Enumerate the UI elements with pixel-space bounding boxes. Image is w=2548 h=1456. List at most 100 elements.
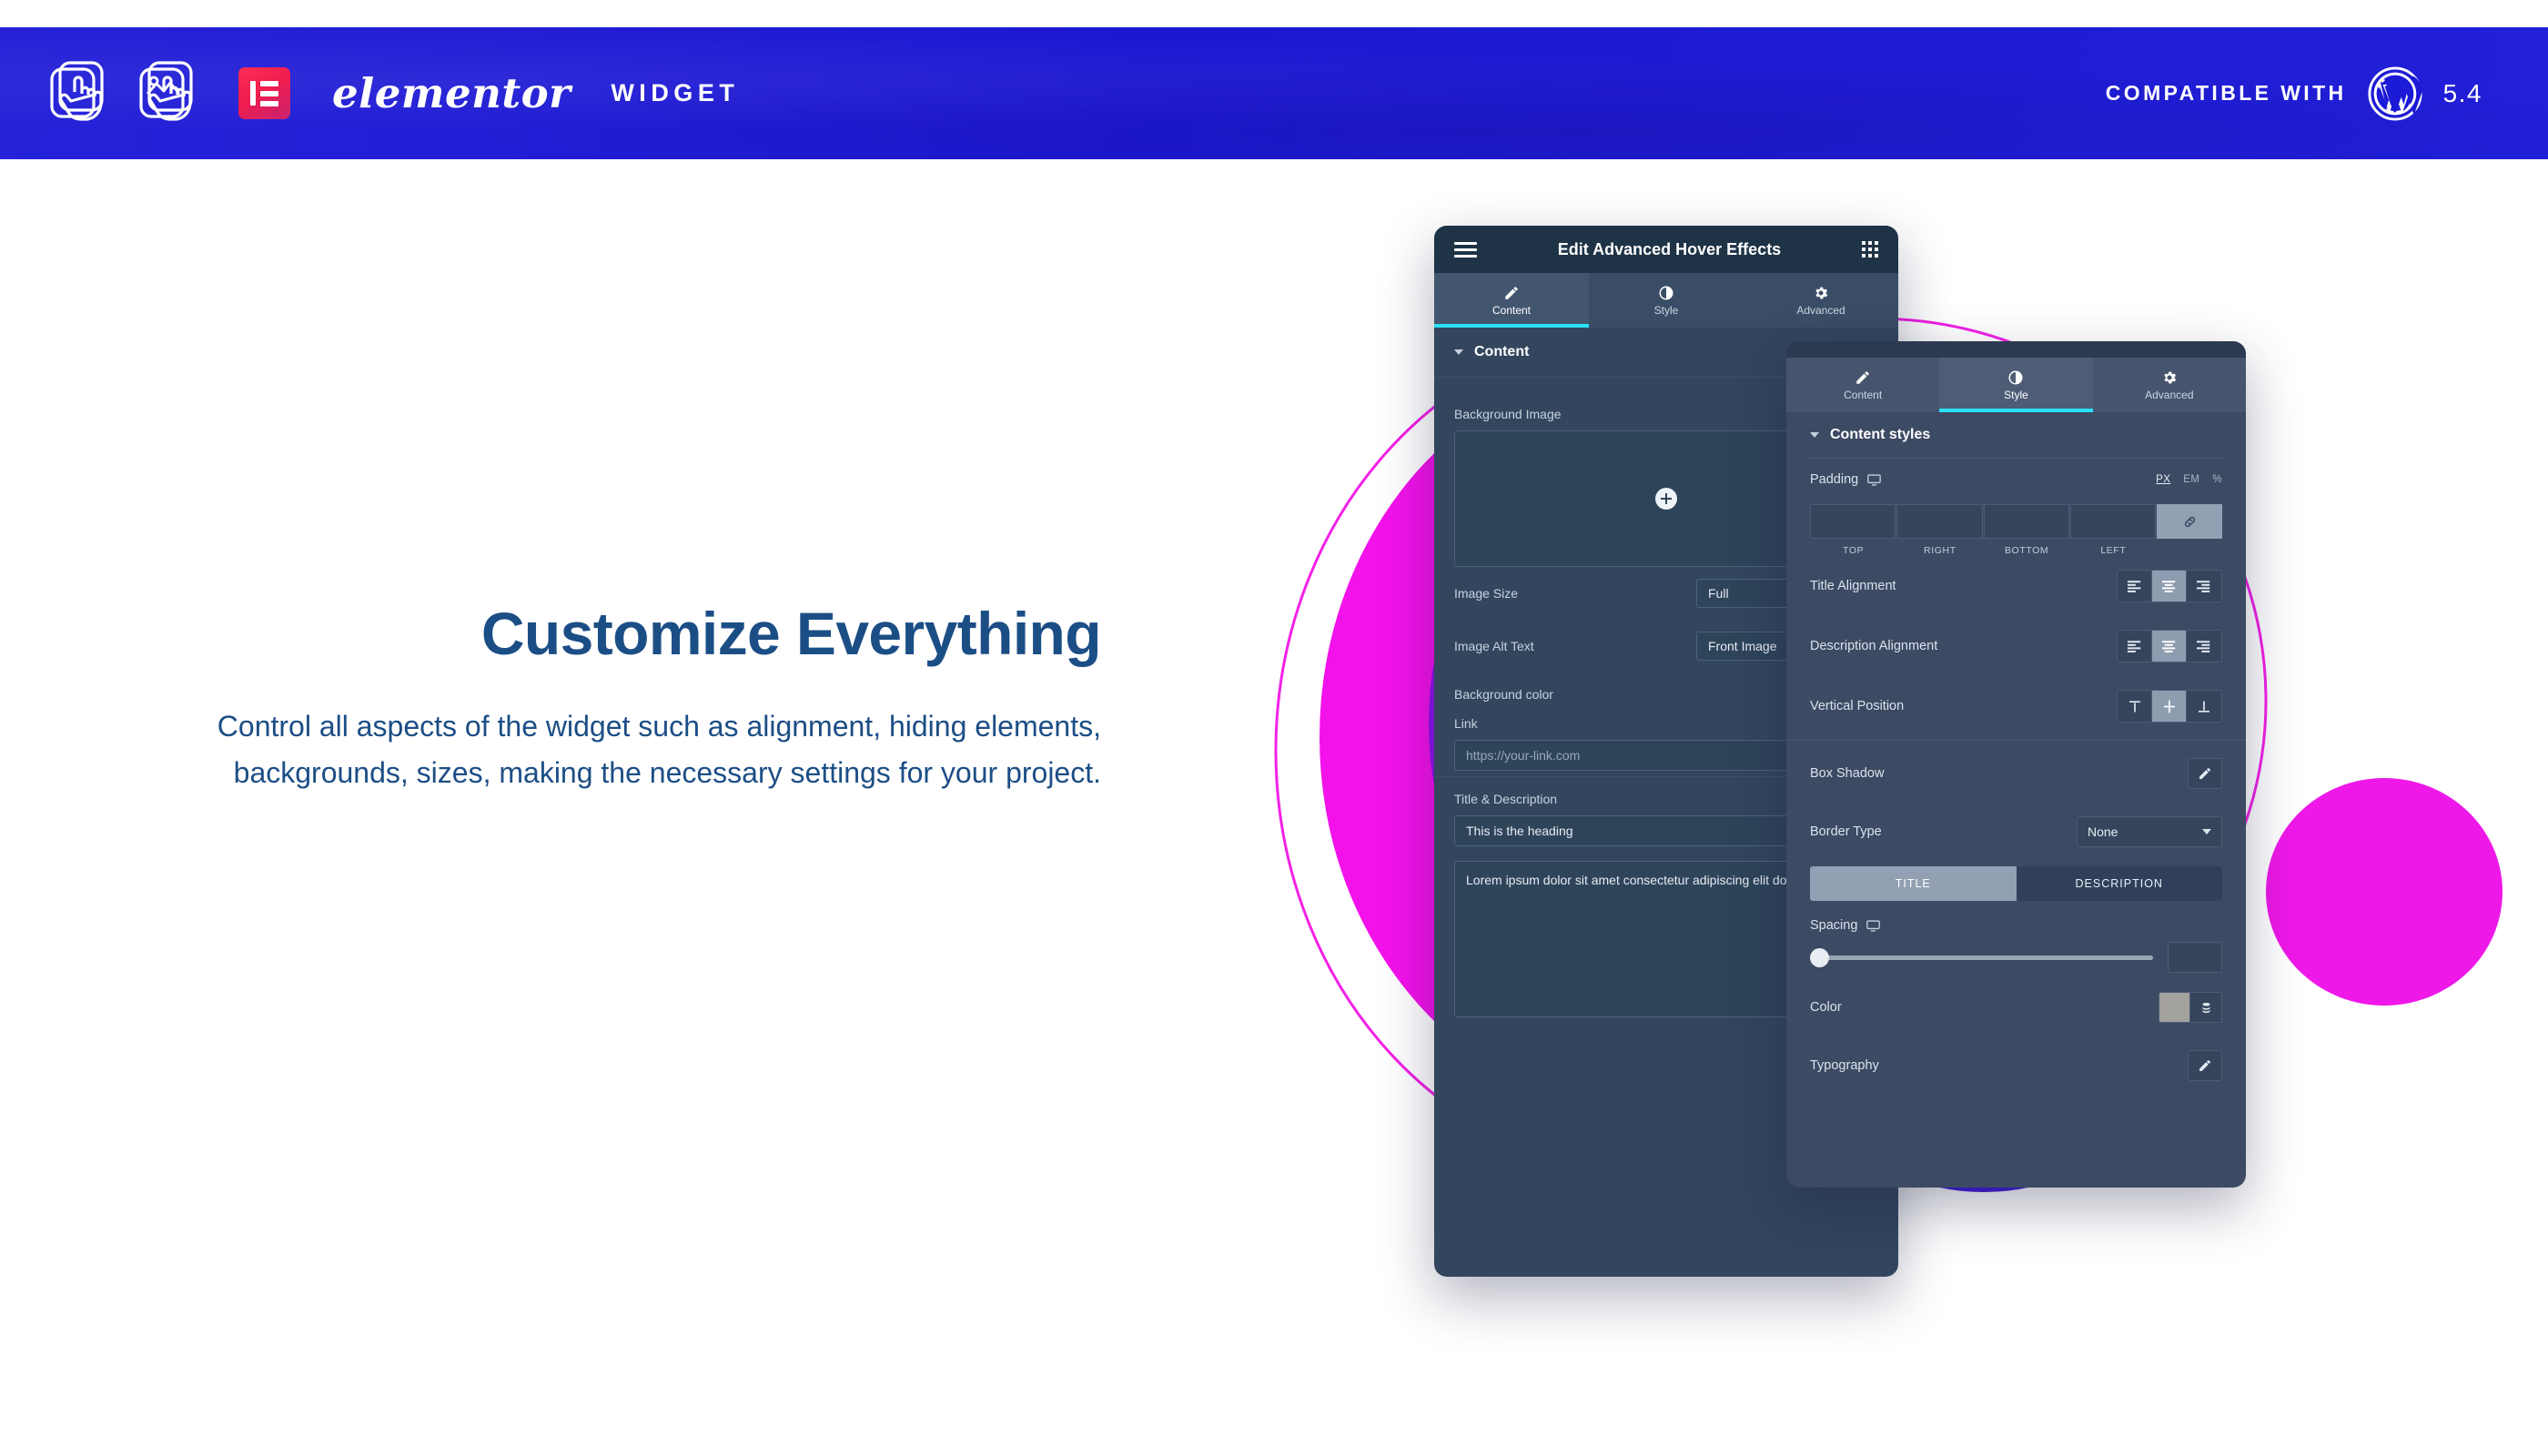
tab-content[interactable]: Content (1786, 358, 1939, 412)
chevron-down-icon (1810, 432, 1819, 438)
align-right-icon[interactable] (2187, 571, 2221, 602)
pencil-icon (1505, 286, 1518, 299)
color-stack-icon[interactable] (2190, 993, 2221, 1022)
padding-row: Padding PX EM % (1810, 459, 2222, 500)
compatible-with-label: COMPATIBLE WITH (2105, 81, 2347, 105)
elementor-wordmark: elementor (332, 69, 571, 117)
panel-titlebar: Edit Advanced Hover Effects (1434, 226, 1898, 273)
blob-lower-right-circle (2266, 778, 2502, 1006)
link-chain-icon[interactable] (2157, 504, 2222, 539)
color-row: Color (1810, 978, 2222, 1036)
vertical-align-middle-icon[interactable] (2152, 691, 2187, 722)
vertical-position-label: Vertical Position (1810, 699, 1905, 713)
toggle-title[interactable]: TITLE (1810, 866, 2017, 901)
typography-label: Typography (1810, 1058, 1879, 1073)
padding-left-input[interactable] (2069, 504, 2156, 539)
typography-edit-button[interactable] (2188, 1050, 2222, 1081)
hamburger-icon[interactable] (1454, 241, 1477, 258)
border-type-select[interactable]: None (2077, 816, 2222, 847)
padding-inputs (1810, 504, 2222, 539)
chevron-down-icon (2202, 829, 2211, 834)
vertical-align-bottom-icon[interactable] (2187, 691, 2221, 722)
style-settings-panel: Content Style Advanced Content styles Pa… (1786, 341, 2246, 1188)
color-swatch[interactable] (2159, 993, 2190, 1022)
tab-advanced-label: Advanced (1796, 303, 1845, 317)
spacing-label-text: Spacing (1810, 918, 1858, 933)
top-banner-bar: elementor WIDGET COMPATIBLE WITH 5.4 (0, 27, 2548, 159)
title-description-toggle: TITLE DESCRIPTION (1810, 866, 2222, 901)
unit-percent[interactable]: % (2212, 474, 2222, 485)
style-panel-tabbar: Content Style Advanced (1786, 358, 2246, 412)
unit-em[interactable]: EM (2183, 474, 2199, 485)
monitor-icon[interactable] (1866, 919, 1881, 932)
tab-advanced[interactable]: Advanced (2093, 358, 2246, 412)
padding-label-text: Padding (1810, 472, 1859, 487)
style-divider (1786, 740, 2246, 741)
padding-top-input[interactable] (1810, 504, 1896, 539)
tab-style-label: Style (2004, 388, 2028, 401)
tab-content[interactable]: Content (1434, 273, 1589, 328)
padding-label-spacer (2157, 545, 2222, 556)
chevron-down-icon (1454, 349, 1463, 355)
box-shadow-edit-button[interactable] (2188, 758, 2222, 789)
title-alignment-row: Title Alignment (1810, 556, 2222, 616)
spacing-value-input[interactable] (2168, 942, 2222, 973)
title-alignment-segmented (2117, 570, 2222, 602)
align-center-icon[interactable] (2152, 631, 2187, 662)
vertical-position-row: Vertical Position (1810, 676, 2222, 736)
tab-advanced[interactable]: Advanced (1744, 273, 1898, 328)
vertical-position-segmented (2117, 690, 2222, 723)
description-alignment-row: Description Alignment (1810, 616, 2222, 676)
copy-block: Customize Everything Control all aspects… (164, 600, 1102, 797)
content-styles-section-header[interactable]: Content styles (1810, 412, 2222, 459)
description-text: Lorem ipsum dolor sit amet consectetur a… (1466, 873, 1802, 887)
toggle-description[interactable]: DESCRIPTION (2016, 866, 2222, 901)
padding-label-right: RIGHT (1924, 545, 1956, 556)
description-alignment-segmented (2117, 630, 2222, 662)
padding-label: Padding (1810, 472, 1882, 487)
align-center-icon[interactable] (2152, 571, 2187, 602)
tab-content-label: Content (1844, 388, 1883, 401)
padding-bottom-input[interactable] (1983, 504, 2069, 539)
contrast-icon (1659, 286, 1673, 299)
unit-px[interactable]: PX (2156, 474, 2170, 485)
plus-circle-icon[interactable] (1655, 488, 1677, 510)
tab-style[interactable]: Style (1939, 358, 2093, 412)
compatibility-group: COMPATIBLE WITH 5.4 (2106, 66, 2482, 122)
align-right-icon[interactable] (2187, 631, 2221, 662)
content-section-title: Content (1474, 344, 1530, 359)
padding-label-left: LEFT (2100, 545, 2127, 556)
border-type-value: None (2088, 824, 2118, 839)
content-panel-tabbar: Content Style Advanced (1434, 273, 1898, 328)
tab-content-label: Content (1491, 303, 1532, 317)
card-hand-icon (50, 60, 104, 121)
padding-label-top: TOP (1843, 545, 1865, 556)
tab-style[interactable]: Style (1589, 273, 1744, 328)
align-left-icon[interactable] (2118, 571, 2152, 602)
image-size-label: Image Size (1454, 586, 1519, 601)
wordpress-icon (2368, 66, 2422, 121)
spacing-slider[interactable] (1810, 947, 2153, 967)
elementor-logo-icon (238, 67, 290, 119)
widget-word: WIDGET (611, 79, 740, 106)
panel-title: Edit Advanced Hover Effects (1557, 239, 1782, 258)
spacing-label: Spacing (1810, 918, 1881, 933)
image-alt-label: Image Alt Text (1454, 639, 1534, 653)
gear-icon (2164, 371, 2177, 383)
spacing-slider-row (1810, 933, 2222, 978)
tab-style-label: Style (1653, 303, 1679, 317)
spacing-slider-knob[interactable] (1810, 947, 1829, 967)
spacing-row: Spacing (1810, 905, 2222, 933)
align-left-icon[interactable] (2118, 631, 2152, 662)
vertical-align-top-icon[interactable] (2118, 691, 2152, 722)
color-label: Color (1810, 1000, 1842, 1015)
padding-right-input[interactable] (1896, 504, 1983, 539)
border-type-row: Border Type None (1810, 803, 2222, 861)
pencil-icon (1856, 370, 1869, 384)
page-title: Customize Everything (480, 600, 1102, 667)
color-controls (2159, 992, 2222, 1023)
box-shadow-label: Box Shadow (1810, 766, 1885, 781)
monitor-icon[interactable] (1867, 473, 1882, 486)
padding-label-bottom: BOTTOM (2004, 545, 2049, 556)
apps-grid-icon[interactable] (1862, 241, 1878, 258)
